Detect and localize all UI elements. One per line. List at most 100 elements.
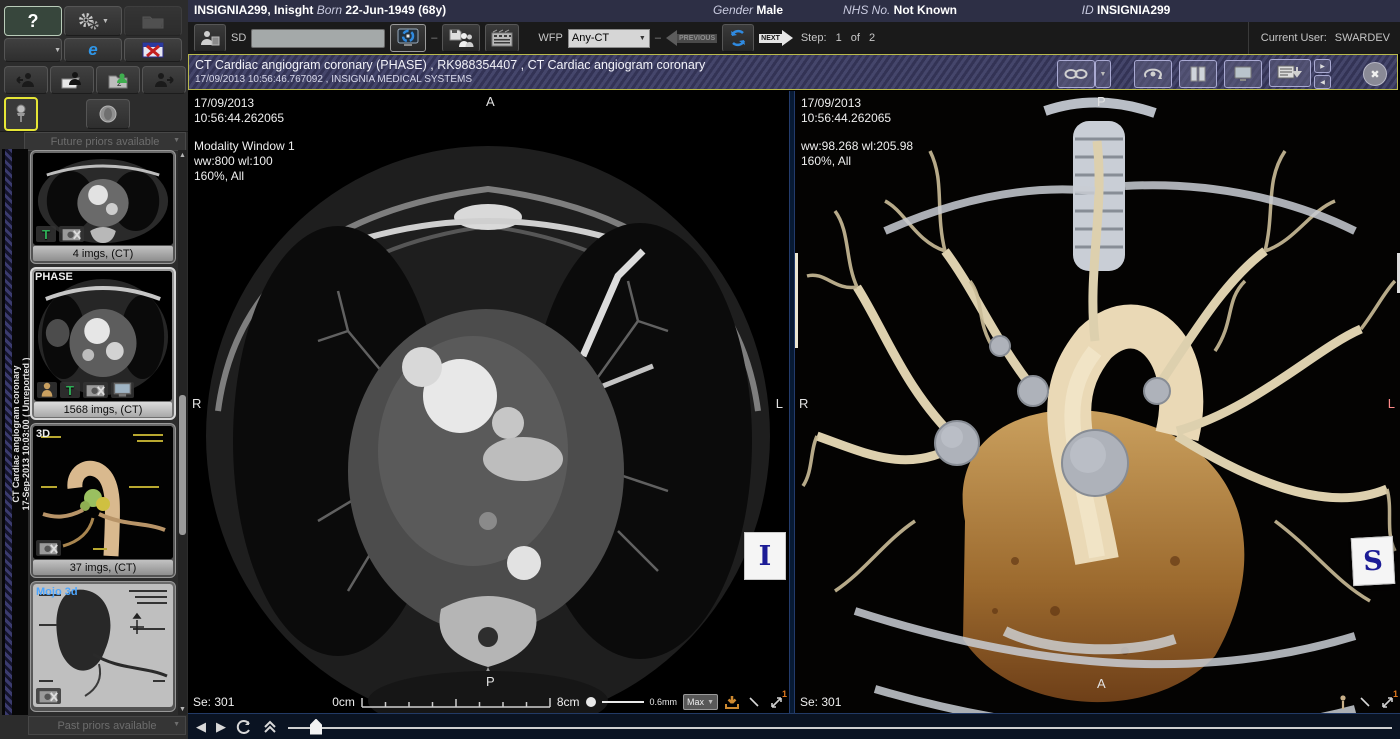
columns-icon [1189, 66, 1207, 82]
split-view-button[interactable] [1179, 60, 1217, 88]
thumbnail-mojo3d[interactable]: Mojo 3d [30, 581, 176, 712]
panel-left-edge-scrollbar[interactable] [795, 253, 798, 348]
thumbnail-3d[interactable]: 3D 37 imgs, (CT) [30, 423, 176, 578]
layout-scroll-button[interactable] [1269, 59, 1311, 87]
sd-input[interactable] [251, 29, 385, 48]
separator: – [655, 32, 661, 44]
expand-panel-button[interactable]: 1 [1379, 694, 1395, 710]
measure-tool-button[interactable] [746, 694, 762, 710]
question-icon: ? [28, 11, 39, 32]
link-series-button[interactable] [1057, 60, 1095, 88]
person-folder-icon [61, 71, 83, 89]
open-folder-button[interactable] [124, 6, 182, 36]
close-study-button[interactable]: ✖ [1363, 62, 1387, 86]
chevron-down-icon: ▼ [639, 35, 646, 42]
export-image-button[interactable] [724, 694, 740, 710]
step-total: 2 [869, 32, 875, 44]
series-title: CT Cardiac angiogram coronary [11, 365, 21, 502]
slider-thumb[interactable] [310, 719, 322, 735]
thumbnail-phase[interactable]: T PHASE 1568 imgs, (CT) [30, 267, 176, 420]
monitor-sync-button[interactable] [390, 24, 426, 52]
slider-track[interactable] [288, 727, 1392, 729]
pin-sidebar-button[interactable] [4, 97, 38, 131]
camera-off-chip[interactable] [36, 688, 61, 704]
ruler-end-label: 8cm [557, 695, 580, 709]
arrow-right-icon [782, 30, 793, 46]
expand-arrows-icon [770, 696, 783, 709]
true-size-chip[interactable]: T [60, 382, 80, 398]
image-scroll-slider[interactable] [288, 718, 1392, 736]
patient-previous-button[interactable] [4, 66, 48, 94]
orientation-cube[interactable]: S [1351, 536, 1395, 586]
true-size-chip[interactable]: T [36, 226, 56, 242]
image-datetime-overlay: 17/09/201310:56:44.262065 [194, 96, 284, 126]
double-chevron-up-icon [263, 720, 277, 734]
measure-tool-button[interactable] [1357, 694, 1373, 710]
next-frame-button[interactable]: ▶ [216, 719, 226, 735]
cine-export-button[interactable] [485, 24, 519, 52]
arrow-left-icon [666, 30, 677, 46]
person-arrow-right-icon [154, 72, 174, 88]
past-priors-label: Past priors available [57, 720, 156, 732]
thickness-slider-track[interactable] [602, 701, 644, 703]
chevron-down-icon: ▼ [707, 699, 714, 706]
step-current: 1 [836, 32, 842, 44]
layout-prev-button[interactable]: ◀ [1314, 75, 1331, 89]
browser-button[interactable]: e [64, 38, 122, 62]
save-share-button[interactable] [442, 24, 480, 52]
future-priors-bar[interactable]: Future priors available ▼ [24, 132, 186, 151]
orientation-cube[interactable]: I [744, 532, 786, 580]
loop-playback-button[interactable] [236, 719, 252, 735]
past-priors-bar[interactable]: Past priors available ▼ [28, 716, 186, 735]
study-title: CT Cardiac angiogram coronary (PHASE) , … [195, 58, 705, 72]
window-close-icon [142, 42, 164, 58]
viewport-area: 17/09/201310:56:44.262065 Modality Windo… [188, 91, 1400, 713]
refresh-step-button[interactable] [722, 24, 754, 52]
slice-thickness-value: 0.6mm [650, 697, 678, 707]
close-window-button[interactable] [124, 38, 182, 62]
image-datetime-overlay: 17/09/201310:56:44.262065 [801, 96, 891, 126]
probe-tool-button[interactable] [1335, 694, 1351, 710]
camera-off-chip[interactable] [83, 382, 108, 398]
thumbnail-scout[interactable]: T 4 imgs, (CT) [30, 150, 176, 264]
previous-frame-button[interactable]: ◀ [196, 719, 206, 735]
camera-off-chip[interactable] [59, 226, 84, 242]
scroll-down-icon[interactable]: ▼ [178, 706, 187, 713]
rotate-3d-button[interactable] [1134, 60, 1172, 88]
orientation-left: L [776, 396, 783, 411]
scrollbar-thumb[interactable] [179, 395, 186, 535]
export-study-button[interactable] [194, 24, 226, 52]
orientation-posterior: P [1097, 94, 1106, 109]
patient-worklist-button[interactable] [50, 66, 94, 94]
internet-explorer-icon: e [88, 40, 97, 60]
help-button[interactable]: ? [4, 6, 62, 36]
thumbnail-count: 37 imgs, (CT) [33, 560, 173, 575]
patient-folder-2-button[interactable]: 2 [96, 66, 140, 94]
monitor-chip[interactable] [111, 382, 134, 398]
wfp-select[interactable]: Any-CT ▼ [568, 29, 650, 48]
panel-number-badge: 1 [1393, 689, 1398, 699]
patient-next-button[interactable] [142, 66, 186, 94]
fullscreen-monitor-button[interactable] [1224, 60, 1262, 88]
link-options-dropdown[interactable]: ▼ [1095, 60, 1111, 88]
patient-nhs-group: NHS No. Not Known [800, 3, 1000, 17]
patient-head-button[interactable] [86, 99, 130, 129]
step-indicator: Step: 1 of 2 [798, 32, 878, 44]
expand-panel-button[interactable]: 1 [768, 694, 784, 710]
camera-off-chip[interactable] [36, 540, 61, 556]
collapse-bar-button[interactable] [262, 719, 278, 735]
projection-dropdown[interactable]: Max ▼ [683, 694, 718, 710]
previous-step-button[interactable]: PREVIOUS [666, 30, 717, 46]
thickness-slider-handle[interactable] [586, 697, 596, 707]
pushpin-icon [14, 104, 28, 124]
orientation-right: R [192, 396, 201, 411]
volume-render-viewport[interactable]: 17/09/201310:56:44.262065 ww:98.268 wl:2… [795, 91, 1400, 713]
preset-dropdown[interactable]: ▼ [4, 38, 62, 62]
layout-next-button[interactable]: ▶ [1314, 59, 1331, 73]
scroll-up-icon[interactable]: ▲ [178, 152, 187, 159]
next-step-button[interactable]: NEXT [759, 30, 793, 46]
axial-ct-viewport[interactable]: 17/09/201310:56:44.262065 Modality Windo… [188, 91, 789, 713]
thumbnail-scrollbar[interactable]: ▲ ▼ [178, 150, 187, 715]
stamp-user-chip[interactable] [37, 382, 57, 398]
settings-button[interactable]: ▼ [64, 6, 122, 36]
